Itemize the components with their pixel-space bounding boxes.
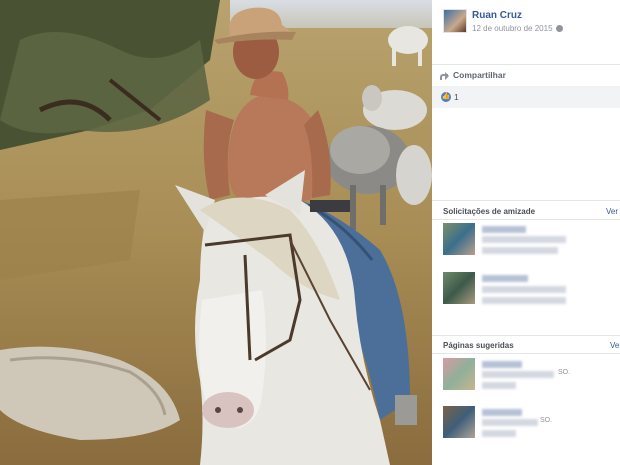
suggested-page-name-blurred[interactable] (482, 361, 522, 368)
friend-requests-see-all-link[interactable]: Ver t (606, 207, 620, 216)
post-photo[interactable] (0, 0, 432, 465)
suggested-page-detail-blurred (482, 382, 516, 389)
post-date-text[interactable]: 12 de outubro de 2015 (472, 24, 553, 33)
suggested-page-avatar[interactable] (443, 406, 475, 438)
share-button[interactable]: Compartilhar (440, 68, 506, 82)
sidebar-panel: Ruan Cruz 12 de outubro de 2015 Comparti… (432, 0, 620, 465)
globe-icon (555, 25, 563, 32)
friend-request-detail-blurred (482, 236, 566, 243)
avatar[interactable] (443, 9, 467, 33)
friend-request-avatar[interactable] (443, 272, 475, 304)
share-icon (440, 71, 449, 80)
like-count[interactable]: 1 (454, 92, 459, 102)
suggested-page-detail-blurred (482, 419, 538, 426)
friend-request-avatar[interactable] (443, 223, 475, 255)
suggested-page-detail-blurred (482, 371, 554, 378)
divider (432, 353, 620, 354)
divider (432, 64, 620, 65)
suggested-pages-see-all-link[interactable]: Ver (610, 341, 620, 350)
share-label: Compartilhar (453, 70, 506, 80)
friend-request-name-blurred[interactable] (482, 226, 526, 233)
suggested-page-detail-blurred (482, 430, 516, 437)
suggested-page-avatar[interactable] (443, 358, 475, 390)
likes-bar: 👍 1 (432, 86, 620, 108)
suggested-page-detail-suffix: SO. (558, 369, 571, 376)
suggested-pages-title: Páginas sugeridas (443, 341, 514, 350)
post-date[interactable]: 12 de outubro de 2015 (472, 24, 563, 33)
friend-request-detail-blurred (482, 247, 558, 254)
like-icon[interactable]: 👍 (441, 92, 451, 102)
friend-request-detail-blurred (482, 286, 566, 293)
divider (432, 335, 620, 336)
suggested-page-detail-suffix: SO. (540, 417, 553, 424)
divider (432, 200, 620, 201)
author-name[interactable]: Ruan Cruz (472, 10, 522, 21)
divider (432, 219, 620, 220)
friend-requests-title: Solicitações de amizade (443, 207, 536, 216)
suggested-page-name-blurred[interactable] (482, 409, 522, 416)
friend-request-name-blurred[interactable] (482, 275, 528, 282)
photo-canvas (0, 0, 432, 465)
post-header: Ruan Cruz 12 de outubro de 2015 (432, 0, 620, 60)
friend-request-detail-blurred (482, 297, 566, 304)
